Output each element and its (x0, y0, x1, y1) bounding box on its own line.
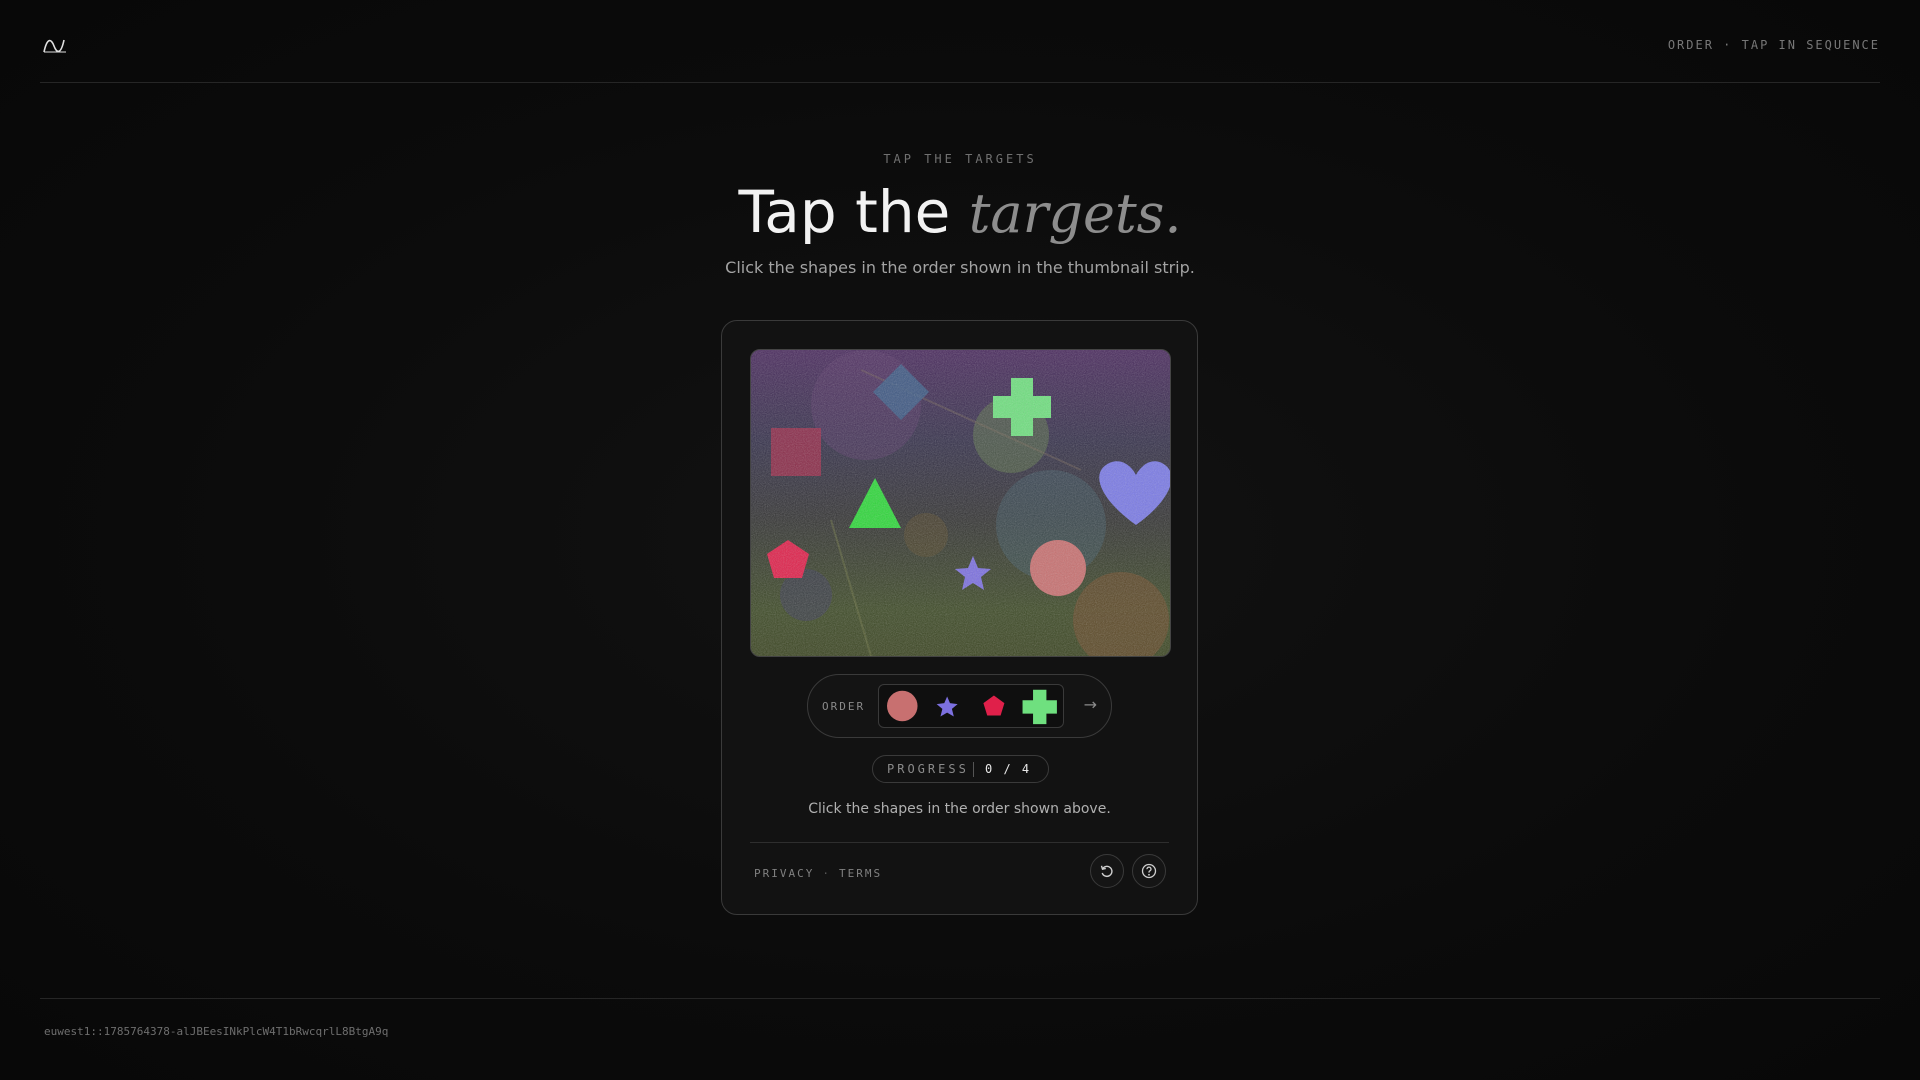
order-label: ORDER (822, 700, 866, 713)
eyebrow-label: TAP THE TARGETS (883, 152, 1037, 166)
order-thumb-star (936, 696, 958, 717)
order-thumb-pentagon (983, 695, 1005, 716)
title-accent: targets. (968, 182, 1182, 245)
progress-value: 0 / 4 (985, 762, 1032, 776)
page-title: Tap the targets. (0, 176, 1920, 250)
help-button[interactable] (1132, 854, 1166, 888)
title-main: Tap the (738, 178, 969, 246)
challenge-card: ORDER → PROGRESS 0 / 4 Click the shapes … (721, 320, 1198, 915)
progress-label: PROGRESS (887, 762, 969, 776)
order-strip: ORDER → (807, 674, 1112, 738)
arrow-right-icon: → (1083, 695, 1097, 714)
help-icon (1141, 863, 1157, 879)
top-bar: ORDER · TAP IN SEQUENCE (40, 0, 1880, 83)
card-divider (750, 842, 1169, 843)
link-separator: · (822, 867, 831, 880)
refresh-icon (1100, 865, 1113, 877)
mode-label: ORDER · TAP IN SEQUENCE (1667, 38, 1880, 52)
shape-scene[interactable] (751, 350, 1170, 656)
page-subtitle: Click the shapes in the order shown in t… (725, 258, 1195, 277)
instruction-text: Click the shapes in the order shown abov… (808, 801, 1111, 817)
order-thumbnails (878, 684, 1064, 728)
order-thumb-cross (1022, 689, 1057, 725)
privacy-link[interactable]: PRIVACY (754, 867, 814, 880)
noise-overlay (751, 350, 1170, 656)
session-id: euwest1::1785764378-alJBEesINkPlcW4T1bRw… (44, 1025, 389, 1038)
wave-logo-icon[interactable] (42, 36, 68, 56)
shape-canvas[interactable] (750, 349, 1171, 657)
order-thumb-circle (887, 690, 918, 722)
terms-link[interactable]: TERMS (839, 867, 882, 880)
progress-badge: PROGRESS 0 / 4 (872, 755, 1049, 783)
footer-links: PRIVACY · TERMS (754, 867, 882, 880)
refresh-button[interactable] (1090, 854, 1124, 888)
progress-divider (973, 762, 974, 777)
footer-divider (40, 998, 1880, 999)
